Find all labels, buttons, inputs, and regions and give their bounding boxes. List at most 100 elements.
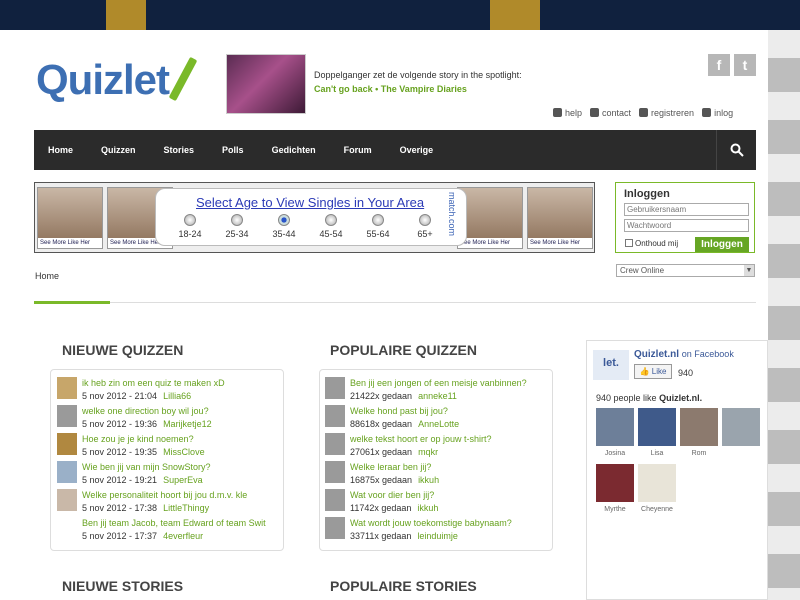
- spotlight-image[interactable]: [226, 54, 306, 114]
- spotlight-link[interactable]: Can't go back • The Vampire Diaries: [314, 84, 467, 94]
- age-label: 55-64: [366, 229, 390, 239]
- list-item[interactable]: Wat voor dier ben jij? 11742x gedaan ikkuh: [325, 489, 547, 517]
- age-option[interactable]: 18-24: [172, 214, 208, 239]
- facebook-like-button[interactable]: 👍 Like: [634, 364, 672, 379]
- quiz-user[interactable]: anneke11: [418, 391, 457, 401]
- plus-icon: [639, 108, 649, 117]
- facebook-people-text: 940 people like Quizlet.nl.: [596, 393, 702, 403]
- quiz-user[interactable]: Lillia66: [163, 391, 191, 401]
- fan-avatar[interactable]: [596, 464, 634, 502]
- fan-name[interactable]: Cheyenne: [638, 506, 676, 513]
- quiz-user[interactable]: AnneLotte: [418, 419, 459, 429]
- breadcrumb[interactable]: Home: [35, 271, 59, 281]
- nav-quizzen[interactable]: Quizzen: [87, 130, 150, 170]
- quiz-title[interactable]: Hoe zou je je kind noemen?: [82, 433, 194, 446]
- quiz-title[interactable]: Welke personaliteit hoort bij jou d.m.v.…: [82, 489, 247, 502]
- quiz-title[interactable]: Wat wordt jouw toekomstige babynaam?: [350, 517, 512, 530]
- fan-avatar[interactable]: [596, 408, 634, 446]
- ad-photo[interactable]: See More Like Her: [37, 187, 103, 249]
- list-item[interactable]: Wat wordt jouw toekomstige babynaam? 3371…: [325, 517, 547, 545]
- quiz-user[interactable]: MissClove: [163, 447, 205, 457]
- nav-overige[interactable]: Overige: [386, 130, 448, 170]
- avatar: [325, 433, 345, 455]
- quiz-title[interactable]: Wie ben jij van mijn SnowStory?: [82, 461, 211, 474]
- quiz-user[interactable]: Marijketje12: [163, 419, 212, 429]
- username-input[interactable]: Gebruikersnaam: [624, 203, 749, 216]
- list-item[interactable]: welke one direction boy wil jou? 5 nov 20…: [57, 405, 277, 433]
- nav-stories[interactable]: Stories: [150, 130, 209, 170]
- list-item[interactable]: welke tekst hoort er op jouw t-shirt? 270…: [325, 433, 547, 461]
- remember-me-checkbox[interactable]: Onthoud mij: [625, 239, 678, 248]
- quiz-title[interactable]: welke tekst hoort er op jouw t-shirt?: [350, 433, 492, 446]
- quiz-title[interactable]: welke one direction boy wil jou?: [82, 405, 209, 418]
- quiz-meta: 33711x gedaan leinduimje: [350, 530, 458, 543]
- quiz-user[interactable]: leinduimje: [417, 531, 458, 541]
- quiz-user[interactable]: ikkuh: [417, 503, 438, 513]
- ad-title[interactable]: Select Age to View Singles in Your Area: [196, 195, 424, 210]
- ad-age-options: 18-24 25-34 35-44 45-54 55-64 65+: [172, 214, 443, 239]
- nav-forum[interactable]: Forum: [330, 130, 386, 170]
- quiz-stat: 11742x gedaan: [350, 503, 412, 513]
- quiz-title[interactable]: Welke hond past bij jou?: [350, 405, 448, 418]
- nav-gedichten[interactable]: Gedichten: [258, 130, 330, 170]
- age-option[interactable]: 45-54: [313, 214, 349, 239]
- nav-polls[interactable]: Polls: [208, 130, 258, 170]
- login-link[interactable]: inlog: [702, 108, 733, 118]
- list-item[interactable]: Welke hond past bij jou? 88618x gedaan Ann…: [325, 405, 547, 433]
- age-option[interactable]: 35-44: [266, 214, 302, 239]
- list-item[interactable]: Ben jij een jongen of een meisje vanbinn…: [325, 377, 547, 405]
- facebook-icon[interactable]: f: [708, 54, 730, 76]
- help-icon: [553, 108, 562, 117]
- register-link[interactable]: registreren: [639, 108, 694, 118]
- list-item[interactable]: Hoe zou je je kind noemen? 5 nov 2012 - 1…: [57, 433, 277, 461]
- nav-home[interactable]: Home: [34, 130, 87, 170]
- list-item[interactable]: Wie ben jij van mijn SnowStory? 5 nov 201…: [57, 461, 277, 489]
- avatar: [325, 377, 345, 399]
- quiz-user[interactable]: ikkuh: [418, 475, 439, 485]
- list-item[interactable]: Ben jij team Jacob, team Edward of team …: [57, 517, 277, 545]
- fan-avatar[interactable]: [680, 408, 718, 446]
- quiz-user[interactable]: 4everfleur: [163, 531, 203, 541]
- ad-photo[interactable]: See More Like Her: [527, 187, 593, 249]
- banner-decoration: [106, 0, 146, 30]
- login-button[interactable]: Inloggen: [695, 237, 749, 252]
- quiz-stat: 27061x gedaan: [350, 447, 413, 457]
- crew-online-select[interactable]: Crew Online ▼: [616, 264, 755, 277]
- list-item[interactable]: Welke personaliteit hoort bij jou d.m.v.…: [57, 489, 277, 517]
- fan-avatar[interactable]: [638, 464, 676, 502]
- right-scroll-strip: [768, 30, 800, 600]
- avatar: [325, 517, 345, 539]
- quiz-title[interactable]: Welke leraar ben jij?: [350, 461, 431, 474]
- contact-label: contact: [602, 108, 632, 118]
- list-item[interactable]: ik heb zin om een quiz te maken xD 5 nov …: [57, 377, 277, 405]
- fan-avatar[interactable]: [722, 408, 760, 446]
- list-item[interactable]: Welke leraar ben jij? 16875x gedaan ikkuh: [325, 461, 547, 489]
- quiz-title[interactable]: ik heb zin om een quiz te maken xD: [82, 377, 225, 390]
- password-input[interactable]: Wachtwoord: [624, 219, 749, 232]
- age-option[interactable]: 65+: [407, 214, 443, 239]
- radio-icon: [325, 214, 337, 226]
- fan-name[interactable]: Rom: [680, 450, 718, 457]
- quiz-user[interactable]: mqkr: [418, 447, 438, 457]
- facebook-page-logo[interactable]: let.: [593, 350, 629, 380]
- site-logo[interactable]: Quizlet: [36, 56, 198, 104]
- quiz-user[interactable]: SuperEva: [163, 475, 203, 485]
- quiz-meta: 27061x gedaan mqkr: [350, 446, 438, 459]
- quiz-meta: 5 nov 2012 - 17:37 4everfleur: [82, 530, 203, 543]
- quiz-title[interactable]: Ben jij team Jacob, team Edward of team …: [82, 517, 266, 530]
- fan-name[interactable]: Josina: [596, 450, 634, 457]
- fan-name[interactable]: Lisa: [638, 450, 676, 457]
- facebook-page-name[interactable]: Quizlet.nl: [634, 349, 679, 360]
- fan-avatar[interactable]: [638, 408, 676, 446]
- age-option[interactable]: 25-34: [219, 214, 255, 239]
- age-option[interactable]: 55-64: [360, 214, 396, 239]
- quiz-title[interactable]: Ben jij een jongen of een meisje vanbinn…: [350, 377, 527, 390]
- fan-name[interactable]: Myrthe: [596, 506, 634, 513]
- twitter-icon[interactable]: t: [734, 54, 756, 76]
- facebook-page-title[interactable]: Quizlet.nl on Facebook: [634, 349, 734, 360]
- quiz-title[interactable]: Wat voor dier ben jij?: [350, 489, 434, 502]
- help-link[interactable]: help: [553, 108, 582, 118]
- quiz-user[interactable]: LittleThingy: [163, 503, 209, 513]
- search-button[interactable]: [716, 130, 756, 170]
- contact-link[interactable]: contact: [590, 108, 631, 118]
